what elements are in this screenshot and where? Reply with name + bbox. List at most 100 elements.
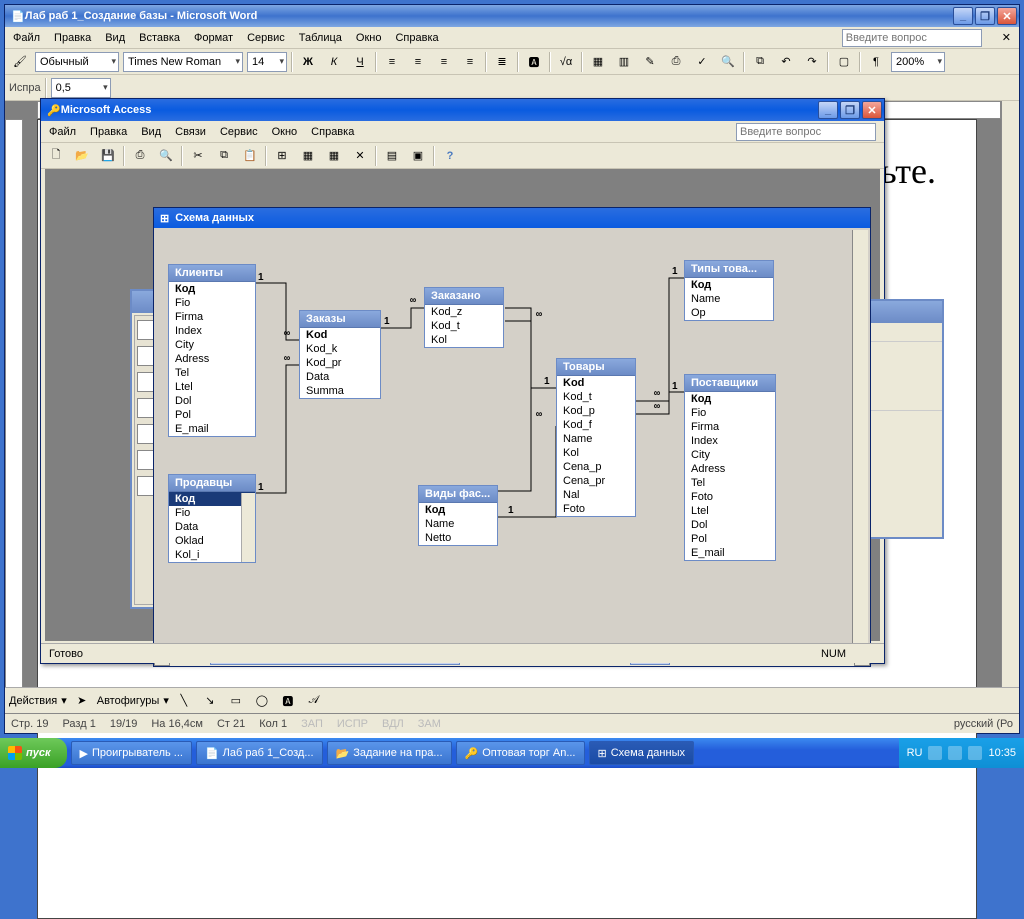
word-menu-insert[interactable]: Вставка xyxy=(139,32,180,44)
access-menu-service[interactable]: Сервис xyxy=(220,126,258,138)
table-field[interactable]: Nal xyxy=(557,488,635,502)
schema-canvas[interactable]: 1 ∞ 1 ∞ 1 ∞ ∞ 1 ∞ 1 ∞ 1 ∞ 1 Клиенты КодF… xyxy=(156,230,868,646)
border-button[interactable]: ▢ xyxy=(833,51,855,73)
access-menu-help[interactable]: Справка xyxy=(311,126,354,138)
access-menu-file[interactable]: Файл xyxy=(49,126,76,138)
table-field[interactable]: Foto xyxy=(685,490,775,504)
zoom-combo[interactable]: 200% xyxy=(891,52,945,72)
line-spacing-combo[interactable]: 0,5 xyxy=(51,78,111,98)
copy-button[interactable] xyxy=(213,145,235,167)
table-field[interactable]: Summa xyxy=(300,384,380,398)
tray-language[interactable]: RU xyxy=(907,747,923,759)
table-button[interactable]: ▦ xyxy=(587,51,609,73)
taskbar-app-word[interactable]: 📄 Лаб раб 1_Созд... xyxy=(196,741,323,765)
oval-tool-icon[interactable]: ◯ xyxy=(251,690,273,712)
table-vidyfas[interactable]: Виды фас... КодNameNetto xyxy=(418,485,498,546)
align-center-button[interactable] xyxy=(407,51,429,73)
table-field[interactable]: Name xyxy=(685,292,773,306)
print-button[interactable] xyxy=(665,51,687,73)
db-window-button[interactable]: ▣ xyxy=(407,145,429,167)
table-header[interactable]: Виды фас... xyxy=(419,486,497,503)
taskbar-app-wmp[interactable]: ▶ Проигрыватель ... xyxy=(71,741,192,765)
table-field[interactable]: Kod_z xyxy=(425,305,503,319)
table-header[interactable]: Типы това... xyxy=(685,261,773,278)
taskbar-app-explorer[interactable]: 📂 Задание на пра... xyxy=(327,741,452,765)
table-header[interactable]: Заказы xyxy=(300,311,380,328)
arrow-tool-icon[interactable]: ↘ xyxy=(199,690,221,712)
word-menu-edit[interactable]: Правка xyxy=(54,32,91,44)
table-field[interactable]: Kol xyxy=(557,446,635,460)
table-field[interactable]: Cena_pr xyxy=(557,474,635,488)
word-menu-format[interactable]: Формат xyxy=(194,32,233,44)
table-tipytov[interactable]: Типы това... КодNameOp xyxy=(684,260,774,321)
align-left-button[interactable] xyxy=(381,51,403,73)
table-field[interactable]: E_mail xyxy=(169,422,255,436)
help-button[interactable] xyxy=(439,145,461,167)
underline-button[interactable] xyxy=(349,51,371,73)
word-minimize-button[interactable]: _ xyxy=(953,7,973,25)
format-painter-icon[interactable]: 🖌 xyxy=(9,51,31,73)
start-button[interactable]: пуск xyxy=(0,738,67,768)
table-field[interactable]: Kol xyxy=(425,333,503,347)
print-button[interactable] xyxy=(129,145,151,167)
redo-button[interactable] xyxy=(801,51,823,73)
table-zakazano[interactable]: Заказано Kod_zKod_tKol xyxy=(424,287,504,348)
table-field[interactable]: Op xyxy=(685,306,773,320)
relations-button[interactable] xyxy=(271,145,293,167)
table-field[interactable]: Fio xyxy=(685,406,775,420)
equation-button[interactable]: √α xyxy=(555,51,577,73)
word-menu-table[interactable]: Таблица xyxy=(299,32,342,44)
columns-button[interactable]: ▥ xyxy=(613,51,635,73)
word-doc-close-button[interactable]: ✕ xyxy=(1002,31,1011,44)
table-header[interactable]: Клиенты xyxy=(169,265,255,282)
table-field[interactable]: Cena_p xyxy=(557,460,635,474)
word-maximize-button[interactable]: ❐ xyxy=(975,7,995,25)
word-menu-window[interactable]: Окно xyxy=(356,32,382,44)
font-combo[interactable]: Times New Roman xyxy=(123,52,243,72)
word-menu-file[interactable]: Файл xyxy=(13,32,40,44)
list-button[interactable] xyxy=(491,51,513,73)
table-field[interactable]: Tel xyxy=(685,476,775,490)
access-menu-relations[interactable]: Связи xyxy=(175,126,206,138)
word-menu-service[interactable]: Сервис xyxy=(247,32,285,44)
table-field[interactable]: Код xyxy=(169,282,255,296)
new-button[interactable] xyxy=(45,145,67,167)
table-field[interactable]: Kod_t xyxy=(557,390,635,404)
tray-icon[interactable] xyxy=(948,746,962,760)
italic-button[interactable] xyxy=(323,51,345,73)
table-field[interactable]: City xyxy=(685,448,775,462)
table-header[interactable]: Товары xyxy=(557,359,635,376)
table-field-scrollbar[interactable] xyxy=(241,493,255,562)
table-header[interactable]: Заказано xyxy=(425,288,503,305)
align-justify-button[interactable] xyxy=(459,51,481,73)
tray-icon[interactable] xyxy=(968,746,982,760)
table-tovary[interactable]: Товары KodKod_tKod_pKod_fNameKolCena_pCe… xyxy=(556,358,636,517)
research-button[interactable]: 🔍 xyxy=(717,51,739,73)
showtable-button[interactable]: ▦ xyxy=(297,145,319,167)
table-field[interactable]: Код xyxy=(685,392,775,406)
table-field[interactable]: Name xyxy=(557,432,635,446)
word-menu-help[interactable]: Справка xyxy=(395,32,438,44)
access-close-button[interactable]: ✕ xyxy=(862,101,882,119)
autoshapes-menu[interactable]: Автофигуры xyxy=(97,695,160,707)
size-combo[interactable]: 14 xyxy=(247,52,287,72)
table-field[interactable]: Pol xyxy=(169,408,255,422)
table-field[interactable]: Kod_pr xyxy=(300,356,380,370)
table-zakazy[interactable]: Заказы KodKod_kKod_prDataSumma xyxy=(299,310,381,399)
table-field[interactable]: Adress xyxy=(685,462,775,476)
table-field[interactable]: Dol xyxy=(169,394,255,408)
table-field[interactable]: Firma xyxy=(169,310,255,324)
paste-button[interactable] xyxy=(239,145,261,167)
line-tool-icon[interactable]: ╲ xyxy=(173,690,195,712)
preview-button[interactable]: 🔍 xyxy=(155,145,177,167)
word-vertical-scrollbar[interactable] xyxy=(1001,101,1019,689)
textbox-tool-icon[interactable]: 🅰 xyxy=(277,690,299,712)
select-tool-icon[interactable]: ➤ xyxy=(71,690,93,712)
showall-button[interactable]: ▦ xyxy=(323,145,345,167)
access-menu-edit[interactable]: Правка xyxy=(90,126,127,138)
table-field[interactable]: Foto xyxy=(557,502,635,516)
table-field[interactable]: Ltel xyxy=(169,380,255,394)
table-field[interactable]: Firma xyxy=(685,420,775,434)
delete-button[interactable]: ✕ xyxy=(349,145,371,167)
access-menu-view[interactable]: Вид xyxy=(141,126,161,138)
